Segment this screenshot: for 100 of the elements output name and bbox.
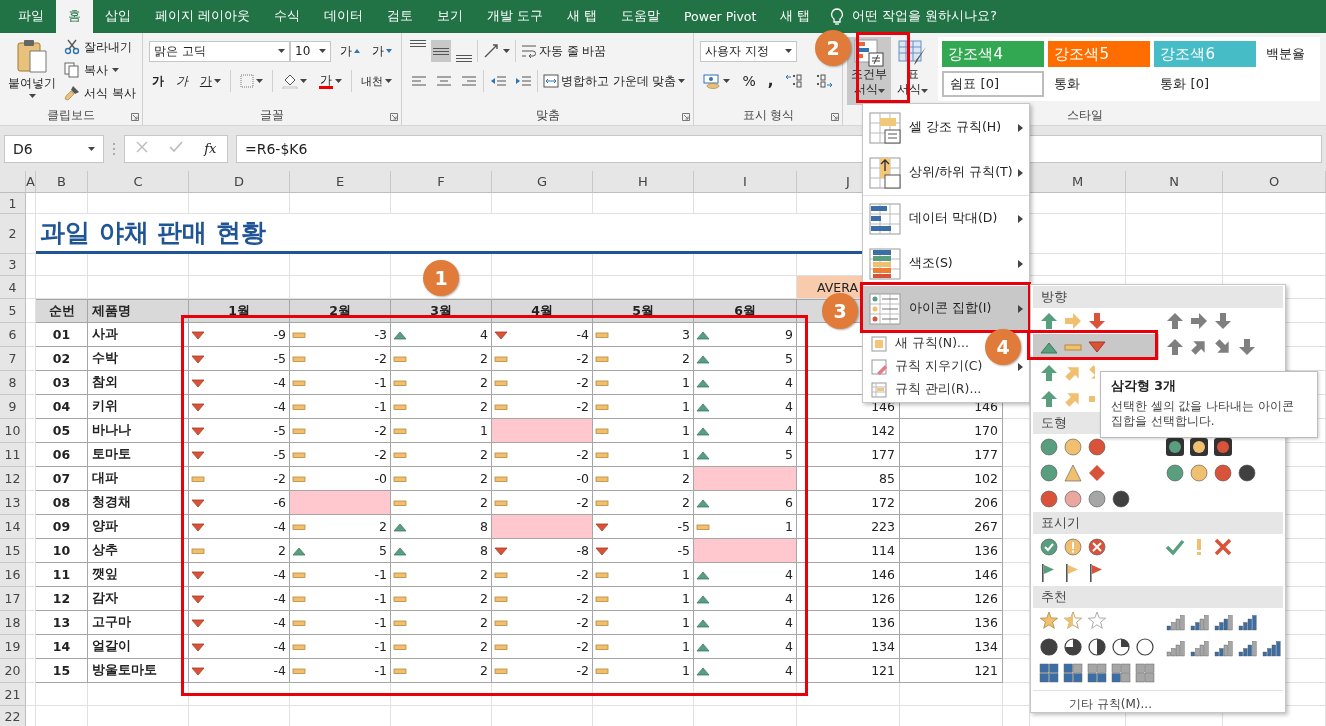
cell-value: -5: [273, 351, 286, 366]
column-header[interactable]: D: [189, 171, 290, 193]
empty-cell: [26, 587, 36, 611]
number-format-field[interactable]: 사용자 지정: [700, 40, 798, 62]
table-cell: 07: [36, 467, 88, 491]
cell-style-option[interactable]: 쉼표 [0]: [942, 71, 1045, 97]
column-header[interactable]: G: [492, 171, 593, 193]
row-header[interactable]: 8: [0, 371, 26, 395]
ribbon-tab[interactable]: 수식: [262, 0, 312, 33]
copy-button[interactable]: 복사: [64, 60, 136, 80]
ribbon-tab[interactable]: 도움말: [608, 0, 672, 33]
cell-value: -8: [576, 543, 589, 558]
column-header[interactable]: F: [391, 171, 492, 193]
more-rules-item[interactable]: 기타 규칙(M)...: [1033, 690, 1283, 717]
column-header[interactable]: E: [290, 171, 391, 193]
cell-value: 1: [682, 423, 690, 438]
row-header[interactable]: 2: [0, 214, 26, 254]
ribbon-tab[interactable]: 파일: [6, 0, 56, 33]
column-header[interactable]: H: [593, 171, 694, 193]
row-header[interactable]: 15: [0, 539, 26, 563]
italic-button[interactable]: 가: [172, 70, 191, 92]
section-header: 표시기: [1033, 512, 1283, 534]
insert-function-button[interactable]: fx: [204, 141, 217, 156]
table-cell: 방울토마토: [88, 659, 189, 683]
bold-button[interactable]: 가: [148, 70, 167, 92]
ribbon-tab[interactable]: 페이지 레이아웃: [143, 0, 262, 33]
underline-button[interactable]: 가: [196, 70, 224, 92]
paste-button[interactable]: 붙여넣기: [6, 37, 58, 105]
format-painter-button[interactable]: 서식 복사: [64, 83, 136, 103]
circles-icon: [1039, 437, 1109, 457]
cut-button[interactable]: 잘라내기: [64, 37, 136, 57]
ribbon-tab[interactable]: 새 탭: [554, 0, 609, 33]
font-size-field[interactable]: 10: [290, 40, 331, 62]
grow-font-button[interactable]: 가: [336, 40, 363, 62]
dialog-launcher-icon[interactable]: [682, 113, 691, 121]
row-header[interactable]: 21: [0, 683, 26, 706]
menu-item[interactable]: 데이터 막대(D): [863, 195, 1029, 241]
column-header[interactable]: B: [36, 171, 88, 193]
row-header[interactable]: 18: [0, 611, 26, 635]
ribbon-tab[interactable]: 새 탭: [768, 0, 823, 33]
row-header[interactable]: 14: [0, 515, 26, 539]
row-header[interactable]: 12: [0, 467, 26, 491]
dialog-launcher-icon[interactable]: [130, 113, 139, 121]
empty-cell: [26, 539, 36, 563]
ribbon-tab[interactable]: Power Pivot: [671, 0, 769, 33]
ribbon-tab[interactable]: 보기: [425, 0, 475, 33]
column-header[interactable]: M: [1030, 171, 1126, 193]
cell-style-option[interactable]: 통화: [1048, 71, 1151, 97]
caret-icon: [878, 89, 885, 93]
row-header[interactable]: 10: [0, 419, 26, 443]
percent-button[interactable]: %: [739, 70, 759, 92]
ribbon-tab[interactable]: 삽입: [93, 0, 143, 33]
font-color-button[interactable]: 가: [315, 70, 345, 92]
cell-value: -3: [374, 327, 387, 342]
caret-icon: [921, 89, 929, 93]
row-header[interactable]: 6: [0, 323, 26, 347]
dash-icon: [292, 425, 306, 436]
row-header[interactable]: 11: [0, 443, 26, 467]
row-header[interactable]: 4: [0, 276, 26, 299]
wrap-text-button[interactable]: 자동 줄 바꿈: [518, 40, 609, 62]
row-header[interactable]: 22: [0, 706, 26, 726]
ribbon-tab[interactable]: 데이터: [312, 0, 375, 33]
empty-cell: [26, 347, 36, 371]
column-header[interactable]: I: [694, 171, 797, 193]
name-box[interactable]: D6: [4, 134, 104, 163]
cell-value: 2: [480, 447, 488, 462]
table-cell: 상추: [88, 539, 189, 563]
column-header[interactable]: C: [88, 171, 189, 193]
cell-value: -2: [576, 351, 589, 366]
font-name-field[interactable]: 맑은 고딕: [148, 40, 291, 62]
table-cell: 10: [36, 539, 88, 563]
row-header[interactable]: 17: [0, 587, 26, 611]
row-header[interactable]: 13: [0, 491, 26, 515]
row-header[interactable]: 5: [0, 299, 26, 323]
ribbon-tab[interactable]: 홈: [56, 0, 93, 33]
comma-button[interactable]: ,: [764, 70, 777, 92]
dash-icon: [393, 641, 407, 652]
row-header[interactable]: 3: [0, 254, 26, 276]
row-header[interactable]: 19: [0, 635, 26, 659]
cell-value: -4: [273, 519, 286, 534]
ribbon-tab[interactable]: 개발 도구: [475, 0, 555, 33]
row-header[interactable]: 16: [0, 563, 26, 587]
dialog-launcher-icon[interactable]: [831, 113, 840, 121]
column-header[interactable]: N: [1126, 171, 1223, 193]
row-header[interactable]: 1: [0, 193, 26, 214]
dialog-launcher-icon[interactable]: [389, 113, 398, 121]
column-header[interactable]: O: [1223, 171, 1326, 193]
row-header[interactable]: 9: [0, 395, 26, 419]
cell-style-option[interactable]: 백분율: [1260, 41, 1317, 67]
row-header[interactable]: 20: [0, 659, 26, 683]
cell-style-option[interactable]: 통화 [0]: [1154, 71, 1257, 97]
merge-center-button[interactable]: 병합하고 가운데 맞춤: [540, 70, 688, 92]
phonetic-guide-button[interactable]: 내천: [357, 70, 395, 92]
ribbon-tab[interactable]: 검토: [375, 0, 425, 33]
triangle-up-icon: [696, 617, 710, 628]
tell-me-link[interactable]: 어떤 작업을 원하시나요?: [852, 8, 997, 25]
row-header[interactable]: 7: [0, 347, 26, 371]
menu-item[interactable]: 아이콘 집합(I): [863, 286, 1029, 331]
shrink-font-button[interactable]: 가: [368, 40, 395, 62]
vertical-align-button[interactable]: [430, 40, 451, 62]
